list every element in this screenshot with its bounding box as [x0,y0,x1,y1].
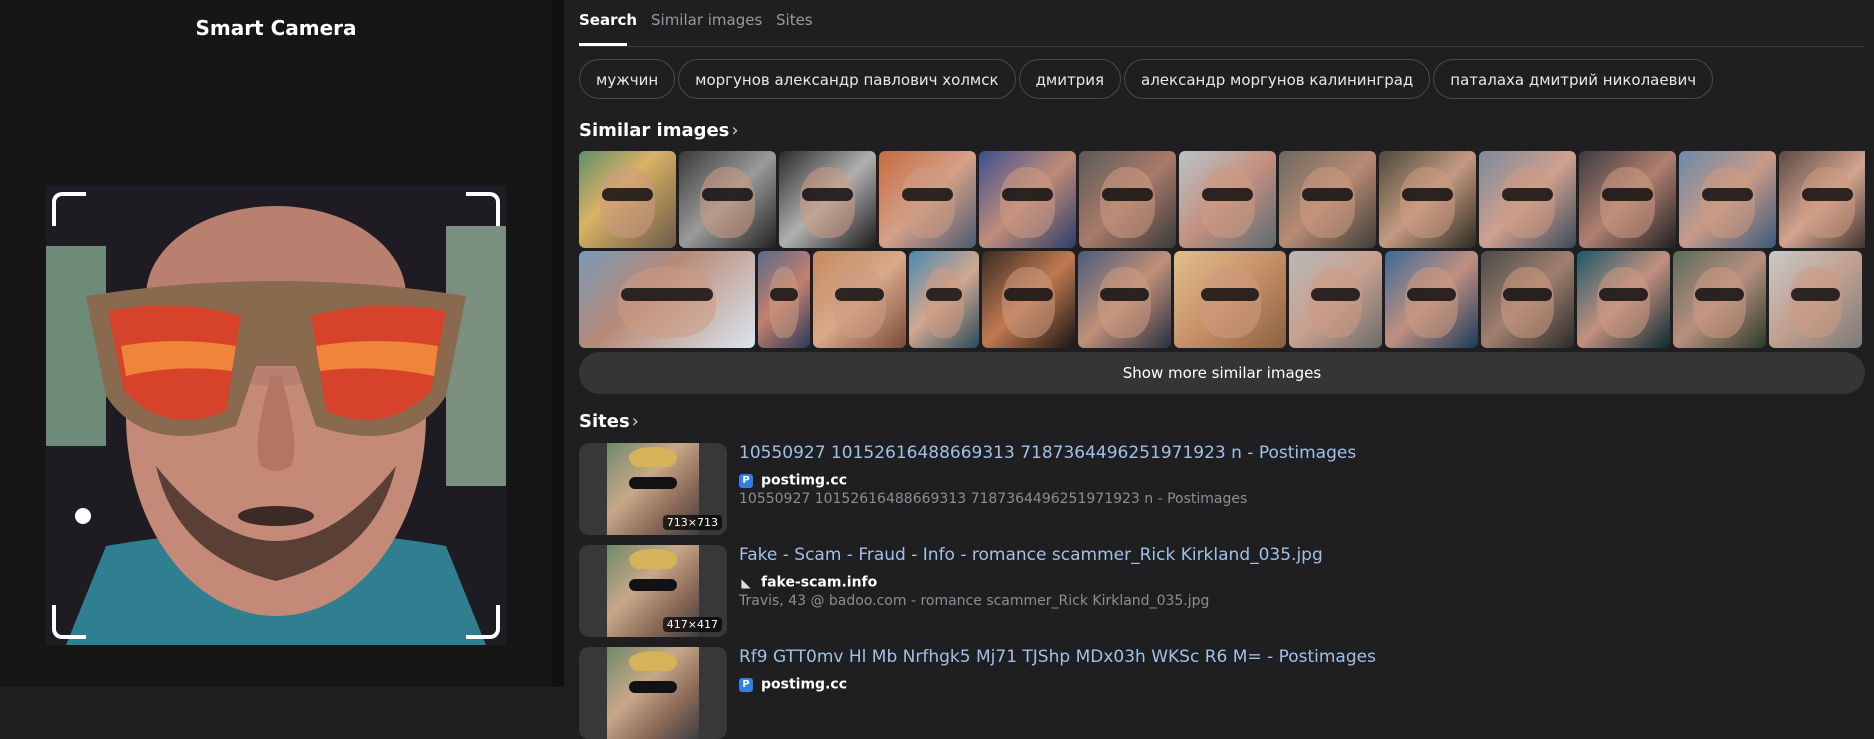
site-thumb-image [607,647,699,739]
tab-sites[interactable]: Sites [776,11,813,29]
site-domain-row: Ppostimg.cc [739,674,847,693]
site-domain[interactable]: postimg.cc [761,473,847,489]
similar-image-thumb[interactable] [909,251,979,348]
smart-camera-panel: Smart Camera [0,0,552,687]
similar-image-thumb[interactable] [1279,151,1376,248]
similar-image-thumb[interactable] [1079,151,1176,248]
tag-chip[interactable]: мужчин [579,59,676,99]
similar-image-thumb[interactable] [1479,151,1576,248]
active-tab-indicator [579,43,627,46]
tab-bar: Search Similar images Sites [579,0,1865,47]
similar-images-row-2 [579,251,1865,348]
similar-image-thumb[interactable] [679,151,776,248]
similar-image-thumb[interactable] [1179,151,1276,248]
similar-image-thumb[interactable] [1385,251,1478,348]
panel-divider [552,0,564,687]
similar-image-thumb[interactable] [1481,251,1574,348]
tag-chip[interactable]: паталаха дмитрий николаевич [1433,59,1714,99]
similar-image-thumb[interactable] [1673,251,1766,348]
crop-corner-bottom-left[interactable] [52,605,86,639]
similar-image-thumb[interactable] [1078,251,1171,348]
site-result-title[interactable]: 10550927 10152616488669313 7187364496251… [739,443,1356,463]
chevron-right-icon: › [731,120,739,141]
site-result-thumb[interactable] [579,647,727,739]
site-result-title[interactable]: Fake - Scam - Fraud - Info - romance sca… [739,545,1323,565]
query-image [46,186,506,645]
fake-scam-icon: ◣ [741,575,751,590]
similar-images-title: Similar images [579,120,730,141]
query-tags: мужчин моргунов александр павлович холмск… [579,59,1716,103]
panel-title: Smart Camera [195,16,357,40]
similar-images-row-1 [579,151,1865,248]
crop-corner-bottom-right[interactable] [466,605,500,639]
site-domain[interactable]: postimg.cc [761,677,847,693]
site-result: 417×417 Fake - Scam - Fraud - Info - rom… [579,545,1865,637]
site-result-description: Travis, 43 @ badoo.com - romance scammer… [739,593,1210,609]
site-result-thumb[interactable]: 417×417 [579,545,727,637]
site-domain[interactable]: fake-scam.info [761,575,877,591]
show-more-similar-button[interactable]: Show more similar images [579,352,1865,394]
site-result: 713×713 10550927 10152616488669313 71873… [579,443,1865,535]
image-size-badge: 713×713 [662,515,722,530]
similar-image-thumb[interactable] [982,251,1075,348]
similar-image-thumb[interactable] [1769,251,1862,348]
sites-heading[interactable]: Sites › [579,411,639,432]
tab-similar-images[interactable]: Similar images [651,11,762,29]
chevron-right-icon: › [631,411,639,432]
similar-image-thumb[interactable] [1379,151,1476,248]
similar-image-thumb[interactable] [579,151,676,248]
crop-corner-top-right[interactable] [466,192,500,226]
similar-image-thumb[interactable] [1174,251,1286,348]
similar-image-thumb[interactable] [758,251,810,348]
similar-image-thumb[interactable] [1679,151,1776,248]
site-result-title[interactable]: Rf9 GTT0mv Hl Mb Nrfhgk5 Mj71 TJShp MDx0… [739,647,1376,667]
similar-image-thumb[interactable] [979,151,1076,248]
postimg-p-icon: P [739,677,753,692]
query-image-preview[interactable] [46,186,506,645]
site-result-thumb[interactable]: 713×713 [579,443,727,535]
image-size-badge: 417×417 [662,617,722,632]
similar-image-thumb[interactable] [579,251,755,348]
site-result: Rf9 GTT0mv Hl Mb Nrfhgk5 Mj71 TJShp MDx0… [579,647,1865,739]
site-domain-row: Ppostimg.cc [739,470,847,489]
similar-image-thumb[interactable] [813,251,906,348]
site-result-description: 10550927 10152616488669313 7187364496251… [739,491,1248,507]
results-panel: Search Similar images Sites мужчин моргун… [579,0,1865,739]
similar-image-thumb[interactable] [879,151,976,248]
similar-image-thumb[interactable] [779,151,876,248]
similar-image-thumb[interactable] [1577,251,1670,348]
tab-search[interactable]: Search [579,11,637,29]
similar-image-thumb[interactable] [1289,251,1382,348]
similar-image-thumb[interactable] [1579,151,1676,248]
crop-handle[interactable] [75,508,91,524]
tag-chip[interactable]: александр моргунов калининград [1124,59,1431,99]
tag-chip[interactable]: моргунов александр павлович холмск [678,59,1016,99]
postimg-p-icon: P [739,473,753,488]
sites-title: Sites [579,411,630,432]
site-domain-row: ◣ fake-scam.info [739,572,877,591]
similar-images-heading[interactable]: Similar images › [579,120,739,141]
tag-chip[interactable]: дмитрия [1018,59,1122,99]
crop-corner-top-left[interactable] [52,192,86,226]
similar-image-thumb[interactable] [1779,151,1865,248]
